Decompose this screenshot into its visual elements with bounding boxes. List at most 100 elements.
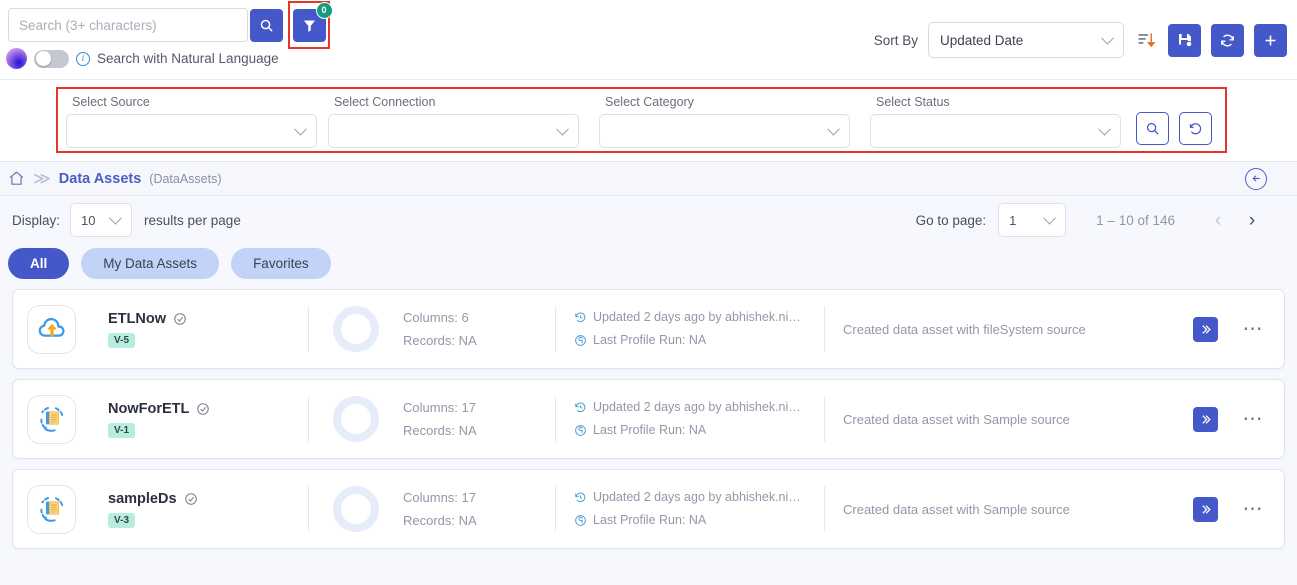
divider: [824, 306, 825, 352]
chevron-down-icon: [1098, 123, 1111, 136]
page-navigation: Go to page: 1 1 – 10 of 146 ‹ ›: [916, 203, 1263, 237]
filter-button[interactable]: 0: [293, 9, 326, 42]
save-settings-button[interactable]: [1168, 24, 1201, 57]
tab-all[interactable]: All: [8, 248, 69, 279]
asset-stats: Columns: 17 Records: NA: [403, 486, 555, 532]
select-category[interactable]: [599, 114, 850, 148]
filter-field-status: Select Status: [870, 89, 1132, 148]
version-badge: V-3: [108, 513, 135, 528]
profile-run-icon: [574, 334, 587, 347]
sort-by-select[interactable]: Updated Date: [928, 22, 1124, 58]
add-button[interactable]: [1254, 24, 1287, 57]
search-icon: [259, 18, 274, 33]
sort-toolbar: Sort By Updated Date: [874, 22, 1287, 58]
reset-icon: [1188, 121, 1203, 136]
info-icon[interactable]: i: [76, 52, 90, 66]
more-options-button[interactable]: ⋯: [1243, 413, 1265, 425]
apply-filter-button[interactable]: [1136, 112, 1169, 145]
filter-label-connection: Select Connection: [334, 95, 599, 109]
goto-page-label: Go to page:: [916, 213, 987, 228]
more-options-button[interactable]: ⋯: [1243, 323, 1265, 335]
sort-by-value: Updated Date: [940, 33, 1023, 48]
expand-asset-button[interactable]: [1193, 407, 1218, 432]
filter-field-category: Select Category: [599, 89, 870, 148]
select-status[interactable]: [870, 114, 1121, 148]
back-button[interactable]: [1245, 168, 1267, 190]
goto-page-value: 1: [1009, 213, 1016, 228]
records-count: Records: NA: [403, 419, 555, 442]
reset-filter-button[interactable]: [1179, 112, 1212, 145]
columns-count: Columns: 6: [403, 306, 555, 329]
top-search-bar: 0 i Search with Natural Language Sort By…: [0, 0, 1297, 80]
chevron-down-icon: [556, 123, 569, 136]
filter-button-highlight: 0: [288, 1, 330, 49]
search-input[interactable]: [8, 8, 248, 42]
expand-asset-button[interactable]: [1193, 497, 1218, 522]
plus-icon: [1262, 32, 1279, 49]
profile-run-icon: [574, 424, 587, 437]
history-clock-icon: [574, 401, 587, 414]
asset-description: Created data asset with fileSystem sourc…: [843, 322, 1153, 337]
sort-direction-button[interactable]: [1134, 27, 1158, 53]
asset-meta: Updated 2 days ago by abhishek.ni… Last …: [574, 486, 824, 532]
divider: [824, 486, 825, 532]
asset-name-block: NowForETL V-1: [108, 401, 308, 438]
filter-actions: [1136, 112, 1212, 145]
asset-description: Created data asset with Sample source: [843, 412, 1153, 427]
asset-meta: Updated 2 days ago by abhishek.ni… Last …: [574, 396, 824, 442]
home-icon[interactable]: [8, 170, 25, 187]
search-button[interactable]: [250, 9, 283, 42]
profile-run-text: Last Profile Run: NA: [593, 419, 706, 442]
updated-text: Updated 2 days ago by abhishek.ni…: [593, 306, 801, 329]
profile-run-text: Last Profile Run: NA: [593, 509, 706, 532]
prev-page-button[interactable]: ‹: [1207, 209, 1229, 231]
columns-count: Columns: 17: [403, 396, 555, 419]
columns-count: Columns: 17: [403, 486, 555, 509]
expand-asset-button[interactable]: [1193, 317, 1218, 342]
divider: [308, 306, 309, 352]
updated-text: Updated 2 days ago by abhishek.ni…: [593, 486, 801, 509]
check-circle-icon: [173, 312, 187, 326]
select-source[interactable]: [66, 114, 317, 148]
filter-panel-container: Select Source Select Connection Select C…: [0, 80, 1297, 162]
cloud-upload-icon: [36, 313, 68, 345]
filter-panel: Select Source Select Connection Select C…: [56, 87, 1227, 153]
records-count: Records: NA: [403, 329, 555, 352]
save-settings-icon: [1177, 32, 1193, 48]
asset-name[interactable]: ETLNow: [108, 311, 166, 327]
goto-page-select[interactable]: 1: [998, 203, 1066, 237]
history-clock-icon: [574, 491, 587, 504]
updated-text: Updated 2 days ago by abhishek.ni…: [593, 396, 801, 419]
divider: [308, 486, 309, 532]
natural-language-toggle[interactable]: [34, 50, 69, 68]
pagination-bar: Display: 10 results per page Go to page:…: [0, 196, 1297, 244]
table-row[interactable]: NowForETL V-1 Columns: 17 Records: NA: [12, 379, 1285, 459]
history-clock-icon: [574, 311, 587, 324]
asset-name[interactable]: sampleDs: [108, 491, 177, 507]
chevron-down-icon: [827, 123, 840, 136]
double-chevron-right-icon: [1199, 323, 1212, 336]
ai-orb-icon: [6, 48, 27, 69]
chevron-down-icon: [294, 123, 307, 136]
select-connection[interactable]: [328, 114, 579, 148]
tab-favorites[interactable]: Favorites: [231, 248, 331, 279]
check-circle-icon: [196, 402, 210, 416]
table-row[interactable]: sampleDs V-3 Columns: 17 Records: NA: [12, 469, 1285, 549]
more-options-button[interactable]: ⋯: [1243, 503, 1265, 515]
version-badge: V-5: [108, 333, 135, 348]
double-chevron-right-icon: [1199, 413, 1212, 426]
next-page-button[interactable]: ›: [1241, 209, 1263, 231]
asset-name-block: ETLNow V-5: [108, 311, 308, 348]
natural-language-toggle-row: i Search with Natural Language: [6, 48, 279, 69]
sort-descending-icon: [1137, 31, 1156, 50]
asset-name-block: sampleDs V-3: [108, 491, 308, 528]
asset-filter-tabs: All My Data Assets Favorites: [0, 244, 1297, 279]
results-per-page-select[interactable]: 10: [70, 203, 132, 237]
asset-list: ETLNow V-5 Columns: 6 Records: NA: [0, 279, 1297, 549]
breadcrumb-separator: ≫: [33, 170, 51, 187]
filter-label-category: Select Category: [605, 95, 870, 109]
refresh-button[interactable]: [1211, 24, 1244, 57]
table-row[interactable]: ETLNow V-5 Columns: 6 Records: NA: [12, 289, 1285, 369]
asset-name[interactable]: NowForETL: [108, 401, 189, 417]
tab-my-data-assets[interactable]: My Data Assets: [81, 248, 219, 279]
